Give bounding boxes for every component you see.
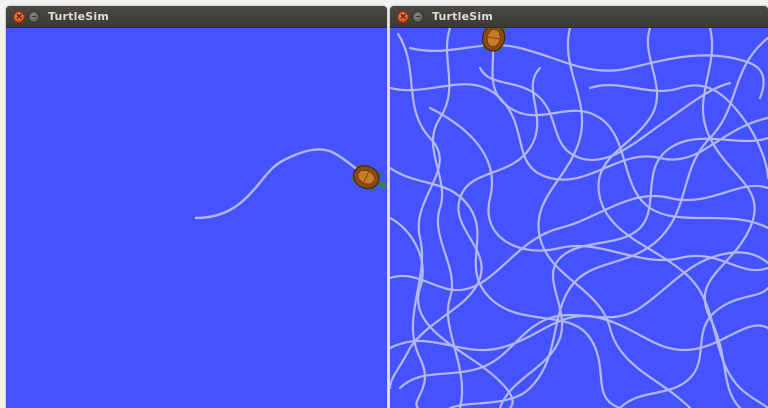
turtlesim-window-right: × – TurtleSim [390, 6, 768, 408]
close-icon[interactable]: × [13, 11, 25, 23]
title-bar[interactable]: × – TurtleSim [390, 6, 768, 28]
window-title: TurtleSim [432, 10, 493, 23]
minimize-icon[interactable]: – [28, 11, 40, 23]
window-title: TurtleSim [48, 10, 109, 23]
title-bar[interactable]: × – TurtleSim [6, 6, 387, 28]
turtle-canvas [390, 28, 768, 408]
turtle-canvas [6, 28, 387, 408]
turtlesim-window-left: × – TurtleSim [6, 6, 387, 408]
minimize-icon[interactable]: – [412, 11, 424, 23]
turtle-drawing [194, 148, 387, 220]
turtle-drawing [390, 28, 768, 408]
pen-trails [390, 28, 768, 408]
close-icon[interactable]: × [397, 11, 409, 23]
turtle-icon [481, 28, 506, 53]
pen-trail [194, 148, 364, 220]
